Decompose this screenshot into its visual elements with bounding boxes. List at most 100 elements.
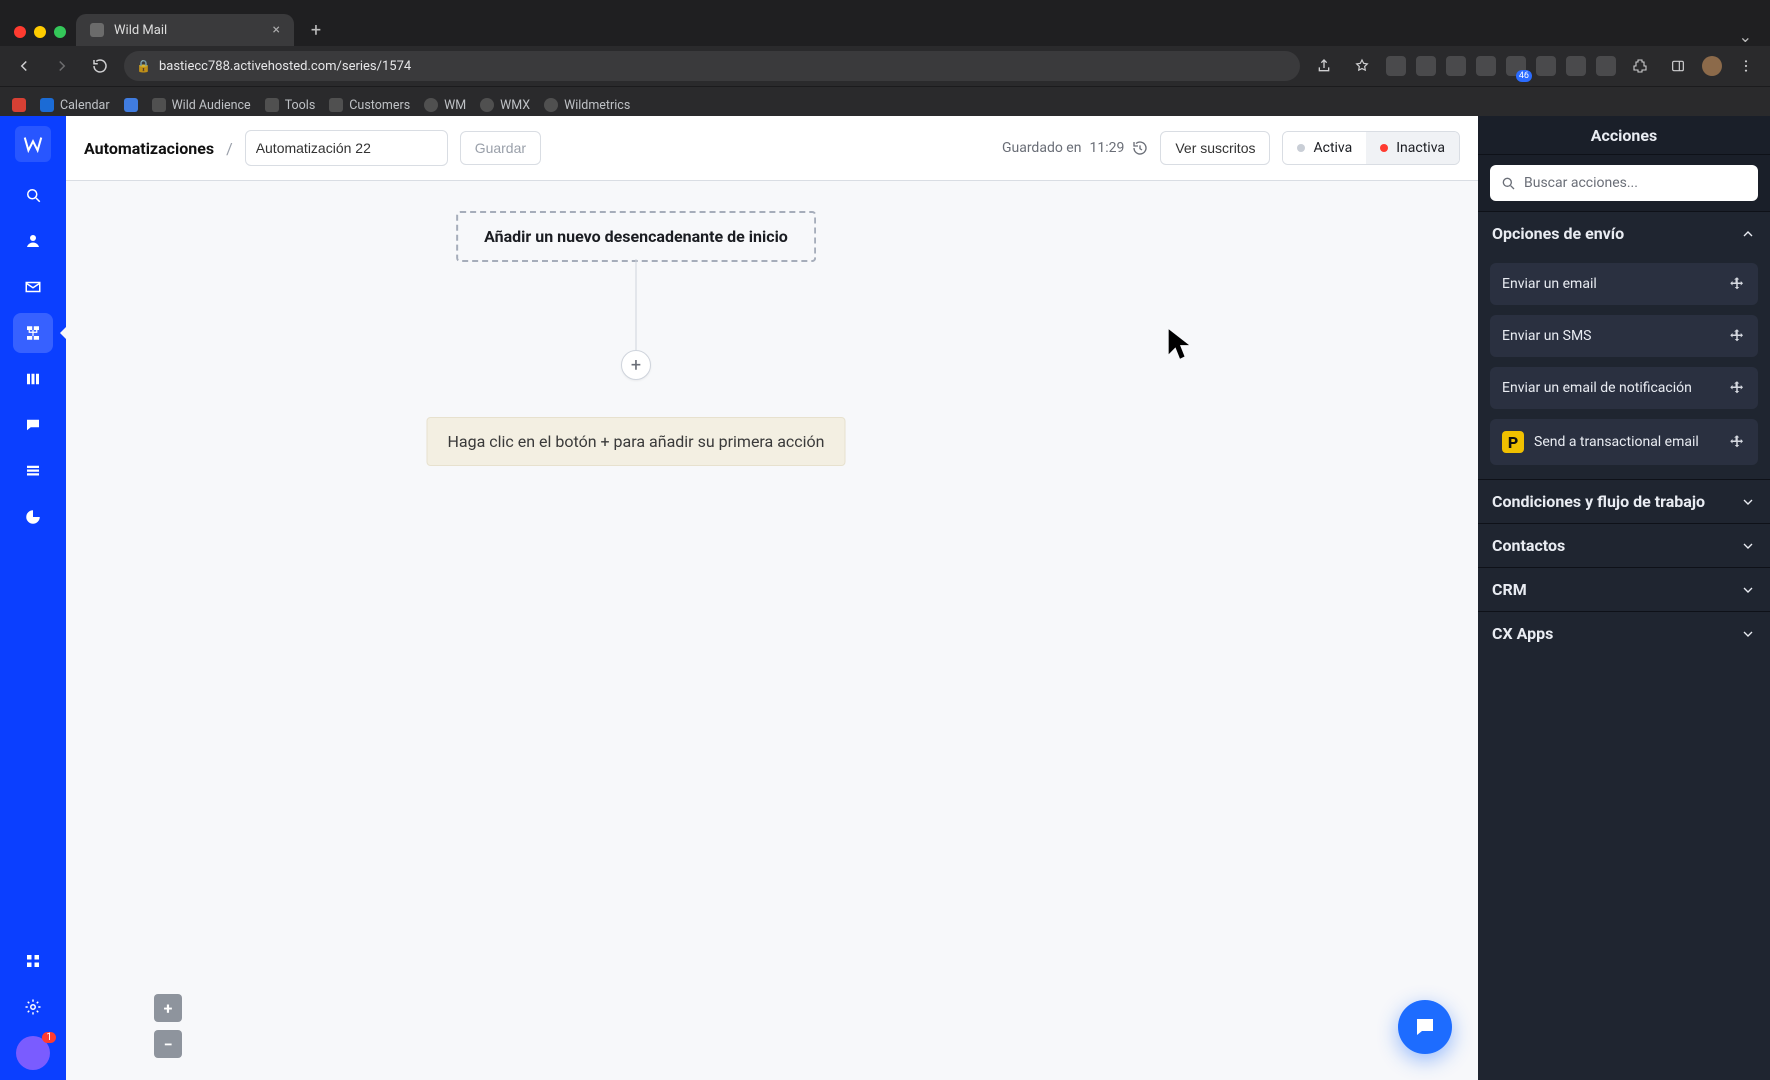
campaigns-icon[interactable] xyxy=(13,267,53,307)
chevron-down-icon xyxy=(1740,582,1756,598)
history-icon[interactable] xyxy=(1132,140,1148,156)
extension-icon[interactable] xyxy=(1386,56,1406,76)
url-input[interactable]: 🔒 bastiecc788.activehosted.com/series/15… xyxy=(124,51,1300,81)
drag-handle-icon[interactable] xyxy=(1728,433,1746,451)
brand-logo-icon[interactable] xyxy=(15,126,51,162)
actions-search-placeholder: Buscar acciones... xyxy=(1524,175,1638,191)
new-tab-button[interactable]: + xyxy=(302,16,330,44)
bookmark-wmx[interactable]: WMX xyxy=(480,98,530,113)
reports-icon[interactable] xyxy=(13,497,53,537)
bookmark-star-icon[interactable] xyxy=(1348,52,1376,80)
chevron-down-icon xyxy=(1740,626,1756,642)
kebab-menu-icon[interactable] xyxy=(1732,52,1760,80)
close-tab-icon[interactable]: × xyxy=(273,23,280,37)
bookmark-gmail[interactable] xyxy=(12,98,26,112)
search-icon xyxy=(1500,175,1516,191)
deals-icon[interactable] xyxy=(13,359,53,399)
maximize-window-icon[interactable] xyxy=(54,26,66,38)
chevron-down-icon xyxy=(1740,494,1756,510)
extension-icon[interactable] xyxy=(1536,56,1556,76)
back-button[interactable] xyxy=(10,52,38,80)
window-controls[interactable] xyxy=(14,26,66,38)
bookmark-tools[interactable]: Tools xyxy=(265,98,316,113)
mouse-cursor-icon xyxy=(1166,327,1194,361)
close-window-icon[interactable] xyxy=(14,26,26,38)
action-send-email[interactable]: Enviar un email xyxy=(1490,263,1758,305)
zoom-in-button[interactable]: + xyxy=(154,994,182,1022)
minimize-window-icon[interactable] xyxy=(34,26,46,38)
action-send-notification[interactable]: Enviar un email de notificación xyxy=(1490,367,1758,409)
section-send[interactable]: Opciones de envío xyxy=(1478,211,1770,255)
breadcrumb[interactable]: Automatizaciones xyxy=(84,139,214,158)
chevron-down-icon xyxy=(1740,538,1756,554)
tab-strip: Wild Mail × + ⌄ xyxy=(0,0,1770,46)
status-active[interactable]: Activa xyxy=(1283,132,1366,164)
conversations-icon[interactable] xyxy=(13,405,53,445)
canvas-column: Automatizaciones / Guardar Guardado en 1… xyxy=(66,116,1478,1080)
status-inactive[interactable]: Inactiva xyxy=(1366,132,1459,164)
account-avatar[interactable] xyxy=(16,1036,50,1070)
postmark-icon: P xyxy=(1502,431,1524,453)
section-send-body: Enviar un email Enviar un SMS Enviar un … xyxy=(1478,255,1770,479)
extension-icon[interactable] xyxy=(1506,56,1526,76)
lock-icon: 🔒 xyxy=(136,59,151,73)
extension-icon[interactable] xyxy=(1446,56,1466,76)
extensions-puzzle-icon[interactable] xyxy=(1626,52,1654,80)
reload-button[interactable] xyxy=(86,52,114,80)
share-icon[interactable] xyxy=(1310,52,1338,80)
bookmark-wm[interactable]: WM xyxy=(424,98,466,113)
main-area: Automatizaciones / Guardar Guardado en 1… xyxy=(66,116,1770,1080)
extension-icon[interactable] xyxy=(1416,56,1436,76)
section-cx-apps[interactable]: CX Apps xyxy=(1478,611,1770,655)
forward-button[interactable] xyxy=(48,52,76,80)
action-send-sms[interactable]: Enviar un SMS xyxy=(1490,315,1758,357)
zoom-out-button[interactable]: − xyxy=(154,1030,182,1058)
extension-icon[interactable] xyxy=(1476,56,1496,76)
browser-chrome: Wild Mail × + ⌄ 🔒 bastiecc788.activehost… xyxy=(0,0,1770,116)
settings-gear-icon[interactable] xyxy=(13,987,53,1027)
bookmark-wildmetrics[interactable]: Wildmetrics xyxy=(544,98,630,113)
chevron-up-icon xyxy=(1740,226,1756,242)
save-button[interactable]: Guardar xyxy=(460,131,541,165)
section-crm[interactable]: CRM xyxy=(1478,567,1770,611)
search-icon[interactable] xyxy=(13,175,53,215)
address-bar: 🔒 bastiecc788.activehosted.com/series/15… xyxy=(0,46,1770,86)
bookmark-wild-audience[interactable]: Wild Audience xyxy=(152,98,251,113)
help-chat-button[interactable] xyxy=(1398,1000,1452,1054)
drag-handle-icon[interactable] xyxy=(1728,379,1746,397)
extension-icon[interactable] xyxy=(1596,56,1616,76)
profile-avatar-icon[interactable] xyxy=(1702,56,1722,76)
status-toggle[interactable]: Activa Inactiva xyxy=(1282,131,1460,165)
automation-canvas[interactable]: Añadir un nuevo desencadenante de inicio… xyxy=(66,181,1478,1080)
lists-icon[interactable] xyxy=(13,451,53,491)
side-panel-icon[interactable] xyxy=(1664,52,1692,80)
breadcrumb-separator: / xyxy=(226,139,233,158)
first-action-hint: Haga clic en el botón + para añadir su p… xyxy=(426,417,845,466)
bookmark-folder[interactable] xyxy=(124,98,138,112)
tab-overflow-button[interactable]: ⌄ xyxy=(1739,27,1752,46)
section-conditions[interactable]: Condiciones y flujo de trabajo xyxy=(1478,479,1770,523)
saved-status: Guardado en 11:29 xyxy=(1002,140,1148,156)
section-contacts[interactable]: Contactos xyxy=(1478,523,1770,567)
drag-handle-icon[interactable] xyxy=(1728,275,1746,293)
automations-icon[interactable] xyxy=(13,313,53,353)
browser-tab[interactable]: Wild Mail × xyxy=(76,14,294,46)
action-transactional-email[interactable]: P Send a transactional email xyxy=(1490,419,1758,465)
actions-search-input[interactable]: Buscar acciones... xyxy=(1490,165,1758,201)
app-sidebar xyxy=(0,116,66,1080)
drag-handle-icon[interactable] xyxy=(1728,327,1746,345)
actions-search-wrap: Buscar acciones... xyxy=(1478,155,1770,211)
bookmark-calendar[interactable]: Calendar xyxy=(40,98,110,113)
view-subscribers-button[interactable]: Ver suscritos xyxy=(1160,131,1270,165)
tab-favicon-icon xyxy=(90,23,104,37)
bookmark-customers[interactable]: Customers xyxy=(329,98,410,113)
add-start-trigger[interactable]: Añadir un nuevo desencadenante de inicio xyxy=(456,211,816,262)
contacts-icon[interactable] xyxy=(13,221,53,261)
extension-icon[interactable] xyxy=(1566,56,1586,76)
add-action-button[interactable]: + xyxy=(621,350,651,380)
actions-title: Acciones xyxy=(1478,116,1770,155)
apps-icon[interactable] xyxy=(13,941,53,981)
automation-topbar: Automatizaciones / Guardar Guardado en 1… xyxy=(66,116,1478,181)
automation-name-input[interactable] xyxy=(245,130,448,166)
tab-title: Wild Mail xyxy=(114,23,263,38)
